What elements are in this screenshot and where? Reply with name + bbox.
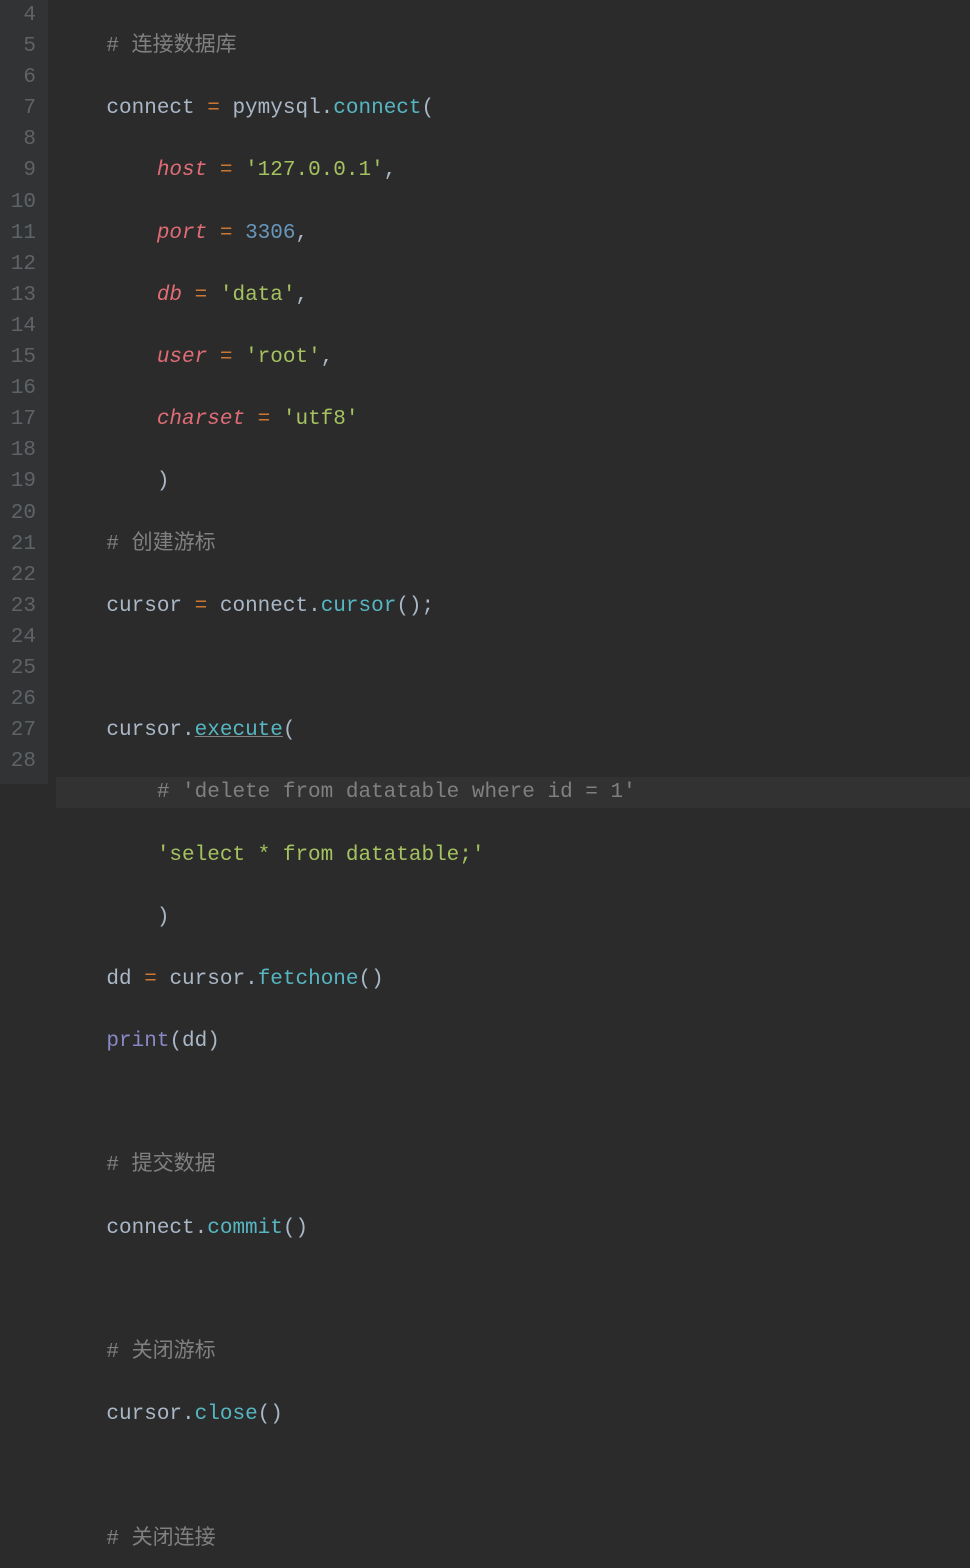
line-number: 16 (0, 373, 36, 404)
line-number: 15 (0, 342, 36, 373)
code-line[interactable]: host = '127.0.0.1', (56, 155, 970, 186)
line-number: 14 (0, 311, 36, 342)
code-line[interactable] (56, 1275, 970, 1306)
line-number: 12 (0, 249, 36, 280)
line-number: 17 (0, 404, 36, 435)
line-number: 4 (0, 0, 36, 31)
line-number: 27 (0, 715, 36, 746)
line-number-gutter: 4 5 6 7 8 9 10 11 12 13 14 15 16 17 18 1… (0, 0, 48, 784)
code-line[interactable]: cursor.execute( (56, 715, 970, 746)
code-line[interactable]: user = 'root', (56, 342, 970, 373)
code-line[interactable] (56, 1461, 970, 1492)
line-number: 11 (0, 218, 36, 249)
code-line[interactable]: db = 'data', (56, 280, 970, 311)
code-line[interactable]: # 连接数据库 (56, 31, 970, 62)
line-number: 6 (0, 62, 36, 93)
line-number: 28 (0, 746, 36, 777)
line-number: 24 (0, 622, 36, 653)
line-number: 21 (0, 529, 36, 560)
line-number: 9 (0, 155, 36, 186)
code-line[interactable]: 'select * from datatable;' (56, 840, 970, 871)
line-number: 25 (0, 653, 36, 684)
code-line[interactable]: cursor = connect.cursor(); (56, 591, 970, 622)
code-line[interactable]: # 关闭连接 (56, 1524, 970, 1555)
code-line[interactable]: cursor.close() (56, 1399, 970, 1430)
line-number: 26 (0, 684, 36, 715)
code-line-highlighted[interactable]: # 'delete from datatable where id = 1' (56, 777, 970, 808)
code-line[interactable]: ) (56, 902, 970, 933)
code-line[interactable]: connect.commit() (56, 1213, 970, 1244)
code-line[interactable]: # 关闭游标 (56, 1337, 970, 1368)
line-number: 10 (0, 187, 36, 218)
code-line[interactable] (56, 653, 970, 684)
line-number: 7 (0, 93, 36, 124)
line-number: 19 (0, 466, 36, 497)
line-number: 5 (0, 31, 36, 62)
code-line[interactable]: charset = 'utf8' (56, 404, 970, 435)
line-number: 22 (0, 560, 36, 591)
line-number: 8 (0, 124, 36, 155)
code-line[interactable]: dd = cursor.fetchone() (56, 964, 970, 995)
code-line[interactable]: ) (56, 466, 970, 497)
line-number: 23 (0, 591, 36, 622)
code-line[interactable]: port = 3306, (56, 218, 970, 249)
line-number: 18 (0, 435, 36, 466)
code-line[interactable]: connect = pymysql.connect( (56, 93, 970, 124)
code-line[interactable]: print(dd) (56, 1026, 970, 1057)
code-editor[interactable]: # 连接数据库 connect = pymysql.connect( host … (48, 0, 970, 784)
line-number: 20 (0, 498, 36, 529)
code-line[interactable]: # 提交数据 (56, 1150, 970, 1181)
line-number: 13 (0, 280, 36, 311)
code-line[interactable] (56, 1088, 970, 1119)
code-line[interactable]: # 创建游标 (56, 529, 970, 560)
